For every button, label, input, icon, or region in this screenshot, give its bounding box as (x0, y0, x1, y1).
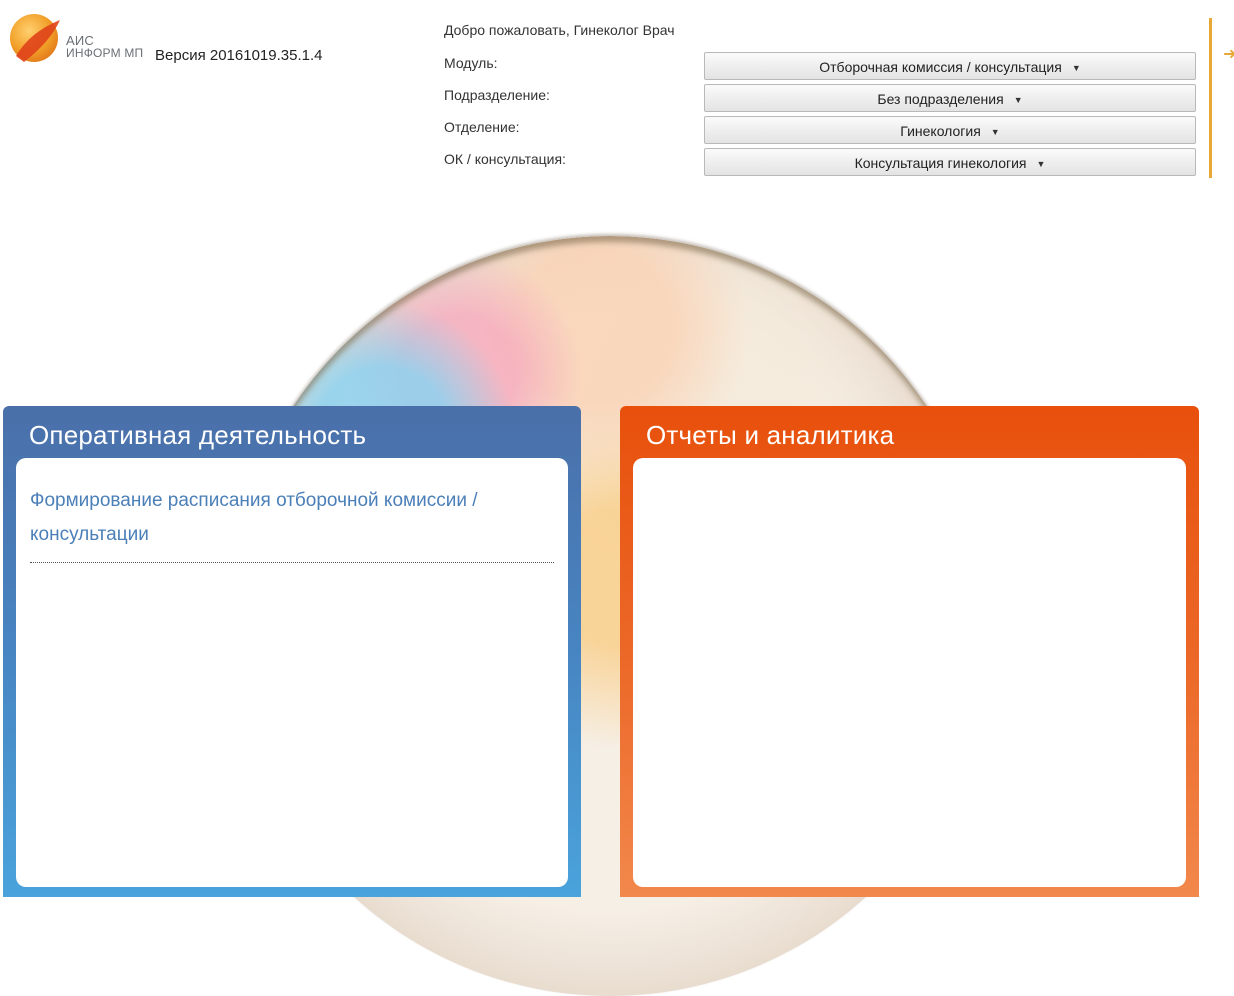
subdivision-dropdown[interactable]: Без подразделения ▼ (704, 84, 1196, 112)
caret-down-icon: ▼ (1013, 95, 1023, 106)
operations-panel: Оперативная деятельность Формирование ра… (3, 406, 581, 897)
schedule-link[interactable]: Формирование расписания отборочной комис… (30, 484, 550, 552)
module-dropdown[interactable]: Отборочная комиссия / консультация ▼ (704, 52, 1196, 80)
reports-panel: Отчеты и аналитика (620, 406, 1199, 897)
ais-logo-icon (10, 14, 60, 62)
caret-down-icon: ▼ (990, 127, 1000, 138)
caret-down-icon: ▼ (1071, 63, 1081, 74)
module-label: Модуль: (444, 55, 498, 71)
logo-text: АИС ИНФОРМ МП (66, 34, 143, 60)
consultation-value: Консультация гинекология (854, 155, 1027, 171)
operations-panel-body: Формирование расписания отборочной комис… (16, 458, 568, 887)
header-divider (1209, 18, 1212, 178)
welcome-text: Добро пожаловать, Гинеколог Врач (444, 22, 675, 38)
department-dropdown[interactable]: Гинекология ▼ (704, 116, 1196, 144)
consultation-label: ОК / консультация: (444, 151, 566, 167)
consultation-dropdown[interactable]: Консультация гинекология ▼ (704, 148, 1196, 176)
link-divider (30, 562, 554, 563)
logo-line2: ИНФОРМ МП (66, 46, 144, 60)
reports-panel-title: Отчеты и аналитика (646, 420, 895, 450)
caret-down-icon: ▼ (1036, 159, 1046, 170)
module-value: Отборочная комиссия / консультация (819, 59, 1062, 75)
department-value: Гинекология (900, 123, 981, 139)
subdivision-value: Без подразделения (877, 91, 1004, 107)
department-label: Отделение: (444, 119, 520, 135)
operations-panel-title: Оперативная деятельность (29, 420, 367, 450)
logout-arrow-icon[interactable]: ➜ (1223, 44, 1234, 64)
reports-panel-body (633, 458, 1186, 887)
subdivision-label: Подразделение: (444, 87, 550, 103)
version-label: Версия 20161019.35.1.4 (155, 47, 323, 64)
